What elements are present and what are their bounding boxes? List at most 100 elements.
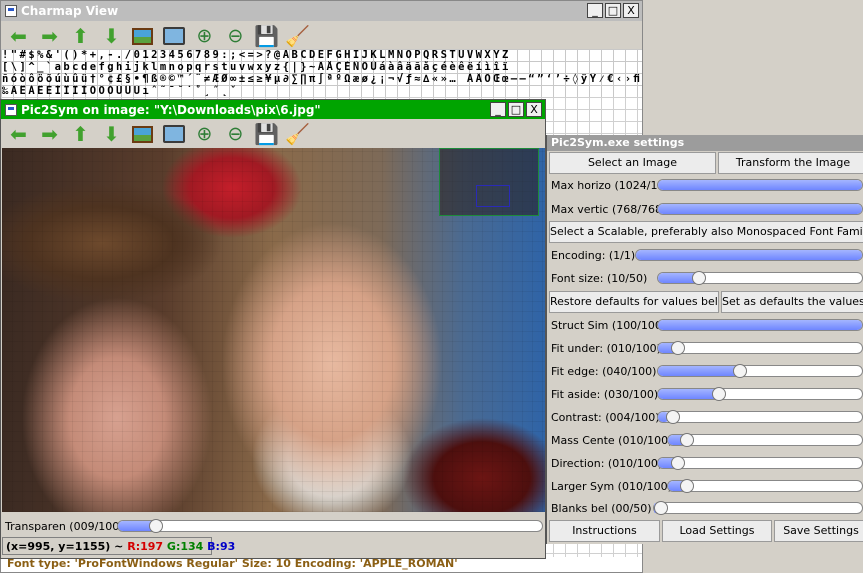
- fit-under-row: Fit under: (010/100): [551, 339, 863, 357]
- max-vertical-row: Max vertic (768/768): [551, 200, 863, 218]
- broom-icon[interactable]: 🧹: [285, 122, 310, 146]
- max-vertical-label: Max vertic (768/768): [551, 202, 667, 216]
- arrow-left-icon[interactable]: ⬅: [7, 24, 30, 48]
- larger-sym-slider[interactable]: [667, 479, 863, 493]
- blanks-below-slider[interactable]: [653, 501, 863, 515]
- slider-thumb[interactable]: [149, 519, 164, 533]
- encoding-slider[interactable]: [635, 249, 863, 261]
- minimize-button[interactable]: _: [490, 102, 506, 117]
- slider-thumb[interactable]: [654, 501, 668, 515]
- transform-image-button[interactable]: Transform the Image: [718, 152, 863, 174]
- camera-icon[interactable]: [162, 25, 185, 48]
- pic2sym-title: Pic2Sym on image: "Y:\Downloads\pix\6.jp…: [21, 103, 321, 117]
- arrow-up-icon[interactable]: ⬆: [69, 122, 92, 146]
- arrow-right-icon[interactable]: ➡: [38, 122, 61, 146]
- transparency-row: Transparen (009/100): [5, 518, 543, 534]
- charmap-toolbar: ⬅ ➡ ⬆ ⬇ ⊕ ⊖ 💾 🧹: [1, 21, 642, 51]
- contrast-row: Contrast: (004/100): [551, 408, 863, 426]
- slider-fill: [658, 204, 862, 214]
- minimize-button[interactable]: _: [587, 3, 603, 18]
- direction-label: Direction: (010/100): [551, 456, 663, 470]
- contrast-slider[interactable]: [657, 410, 863, 424]
- image-canvas[interactable]: [2, 148, 545, 512]
- minimap-viewport[interactable]: [476, 185, 510, 207]
- select-font-button[interactable]: Select a Scalable, preferably also Monos…: [549, 221, 863, 243]
- picture-icon[interactable]: [131, 123, 154, 146]
- pic2sym-titlebar[interactable]: Pic2Sym on image: "Y:\Downloads\pix\6.jp…: [1, 100, 545, 120]
- glyph-row: ñóòôöõúùûü†°¢£§•¶ß®©™´¨≠ÆØ∞±≤≥¥µ∂∑∏π∫ªºΩ…: [2, 73, 642, 85]
- slider-fill: [636, 250, 862, 260]
- transparency-label: Transparen (009/100): [5, 519, 124, 533]
- contrast-label: Contrast: (004/100): [551, 410, 660, 424]
- save-icon[interactable]: 💾: [254, 24, 279, 48]
- slider-thumb[interactable]: [732, 364, 747, 378]
- glyph-row: ‰ÂÊÁËÈÍÎÏÌÓÔÒÚÛÙıˆ˜¯˘˙˚¸˝˛ˇ: [2, 85, 239, 97]
- blanks-below-label: Blanks bel (00/50): [551, 501, 652, 515]
- arrow-up-icon[interactable]: ⬆: [69, 24, 92, 48]
- instructions-button[interactable]: Instructions: [549, 520, 660, 542]
- font-size-row: Font size: (10/50): [551, 269, 863, 287]
- slider-thumb[interactable]: [680, 433, 695, 447]
- charmap-title: Charmap View: [21, 4, 119, 18]
- fit-aside-row: Fit aside: (030/100): [551, 385, 863, 403]
- blue-value: B:93: [207, 539, 236, 553]
- zoom-out-icon[interactable]: ⊖: [224, 123, 247, 146]
- zoom-out-icon[interactable]: ⊖: [224, 25, 247, 48]
- slider-thumb[interactable]: [712, 387, 727, 401]
- zoom-in-icon[interactable]: ⊕: [193, 25, 216, 48]
- max-horizontal-slider[interactable]: [657, 179, 863, 191]
- slider-fill: [658, 180, 862, 190]
- arrow-down-icon[interactable]: ⬇: [100, 122, 123, 146]
- larger-sym-label: Larger Sym (010/100): [551, 479, 672, 493]
- save-settings-button[interactable]: Save Settings: [774, 520, 863, 542]
- arrow-right-icon[interactable]: ➡: [38, 24, 61, 48]
- max-horizontal-row: Max horizo (1024/1024): [551, 176, 863, 194]
- encoding-label: Encoding: (1/1): [551, 248, 636, 262]
- slider-fill: [658, 320, 862, 330]
- direction-slider[interactable]: [657, 456, 863, 470]
- fit-under-label: Fit under: (010/100): [551, 341, 661, 355]
- pixel-status: (x=995, y=1155) ~ R:197 G:134 B:93: [2, 537, 235, 555]
- fit-edge-label: Fit edge: (040/100): [551, 364, 657, 378]
- restore-defaults-button[interactable]: Restore defaults for values below: [549, 291, 719, 313]
- maximize-button[interactable]: □: [508, 102, 524, 117]
- app-icon: [5, 5, 17, 17]
- charmap-titlebar[interactable]: Charmap View _ □ X: [1, 1, 642, 21]
- mass-center-row: Mass Cente (010/100): [551, 431, 863, 449]
- slider-thumb[interactable]: [671, 341, 686, 355]
- broom-icon[interactable]: 🧹: [285, 24, 310, 48]
- minimap[interactable]: [439, 148, 539, 216]
- fit-aside-label: Fit aside: (030/100): [551, 387, 659, 401]
- zoom-in-icon[interactable]: ⊕: [193, 123, 216, 146]
- struct-sim-slider[interactable]: [657, 319, 863, 331]
- max-horizontal-label: Max horizo (1024/1024): [551, 178, 683, 192]
- font-size-slider[interactable]: [657, 271, 863, 285]
- camera-icon[interactable]: [162, 123, 185, 146]
- maximize-button[interactable]: □: [605, 3, 621, 18]
- set-defaults-button[interactable]: Set as defaults the values below: [721, 291, 863, 313]
- fit-aside-slider[interactable]: [657, 387, 863, 401]
- slider-thumb[interactable]: [691, 271, 706, 285]
- load-settings-button[interactable]: Load Settings: [662, 520, 772, 542]
- max-vertical-slider[interactable]: [657, 203, 863, 215]
- fit-under-slider[interactable]: [657, 341, 863, 355]
- encoding-row: Encoding: (1/1): [551, 246, 863, 264]
- glyph-row: [\]^_`abcdefghijklmnopqrstuvwxyz{|}~ÄÅÇÉ…: [2, 61, 511, 73]
- slider-thumb[interactable]: [680, 479, 695, 493]
- slider-thumb[interactable]: [671, 456, 686, 470]
- picture-icon[interactable]: [131, 25, 154, 48]
- struct-sim-row: Struct Sim (100/100): [551, 316, 863, 334]
- slider-thumb[interactable]: [666, 410, 681, 424]
- close-button[interactable]: X: [623, 3, 639, 18]
- close-button[interactable]: X: [526, 102, 542, 117]
- mass-center-slider[interactable]: [667, 433, 863, 447]
- settings-title[interactable]: Pic2Sym.exe settings: [547, 135, 863, 151]
- fit-edge-slider[interactable]: [657, 364, 863, 378]
- save-icon[interactable]: 💾: [254, 122, 279, 146]
- arrow-left-icon[interactable]: ⬅: [7, 122, 30, 146]
- transparency-slider[interactable]: [117, 519, 543, 533]
- arrow-down-icon[interactable]: ⬇: [100, 24, 123, 48]
- charmap-grid[interactable]: !"#$%&'()*+,-./0123456789:;<=>?@ABCDEFGH…: [1, 49, 642, 97]
- select-image-button[interactable]: Select an Image: [549, 152, 716, 174]
- pic2sym-window: Pic2Sym on image: "Y:\Downloads\pix\6.jp…: [0, 99, 546, 559]
